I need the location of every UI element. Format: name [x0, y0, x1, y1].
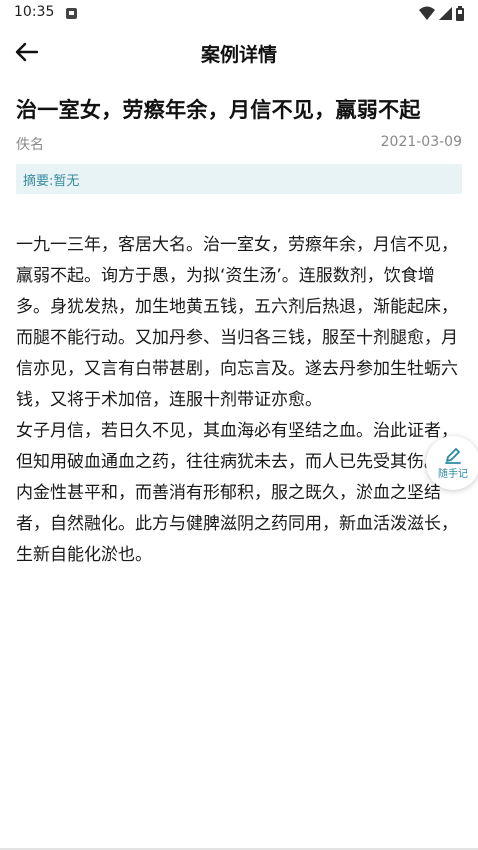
- status-bar: 10:35: [0, 0, 478, 28]
- app-bar: 案例详情: [0, 28, 478, 76]
- note-fab-button[interactable]: 随手记: [426, 436, 478, 490]
- battery-icon: [456, 5, 464, 21]
- case-author: 佚名: [16, 137, 44, 153]
- pencil-icon: [445, 448, 461, 464]
- content-paragraph-1: 一九一三年，客居大名。治一室女，劳瘵年余，月信不见，羸弱不起。询方于愚，为拟‘资…: [16, 235, 458, 410]
- sim-card-icon: [66, 8, 77, 19]
- content-paragraph-2: 女子月信，若日久不见，其血海必有坚结之血。治此证者，但知用破血通血之药，往往病犹…: [16, 421, 458, 565]
- status-time: 10:35: [14, 4, 55, 20]
- page-title: 案例详情: [200, 44, 277, 66]
- case-title: 治一室女，劳瘵年余，月信不见，羸弱不起: [16, 98, 421, 122]
- status-icons: [419, 5, 464, 21]
- abstract-box: 摘要:暂无: [16, 164, 462, 194]
- case-content: 一九一三年，客居大名。治一室女，劳瘵年余，月信不见，羸弱不起。询方于愚，为拟‘资…: [16, 230, 462, 571]
- wifi-icon: [419, 6, 435, 20]
- abstract-text: 摘要:暂无: [23, 173, 80, 189]
- case-date: 2021-03-09: [380, 134, 462, 150]
- note-fab-label: 随手记: [438, 469, 468, 480]
- cell-signal-icon: [439, 6, 452, 20]
